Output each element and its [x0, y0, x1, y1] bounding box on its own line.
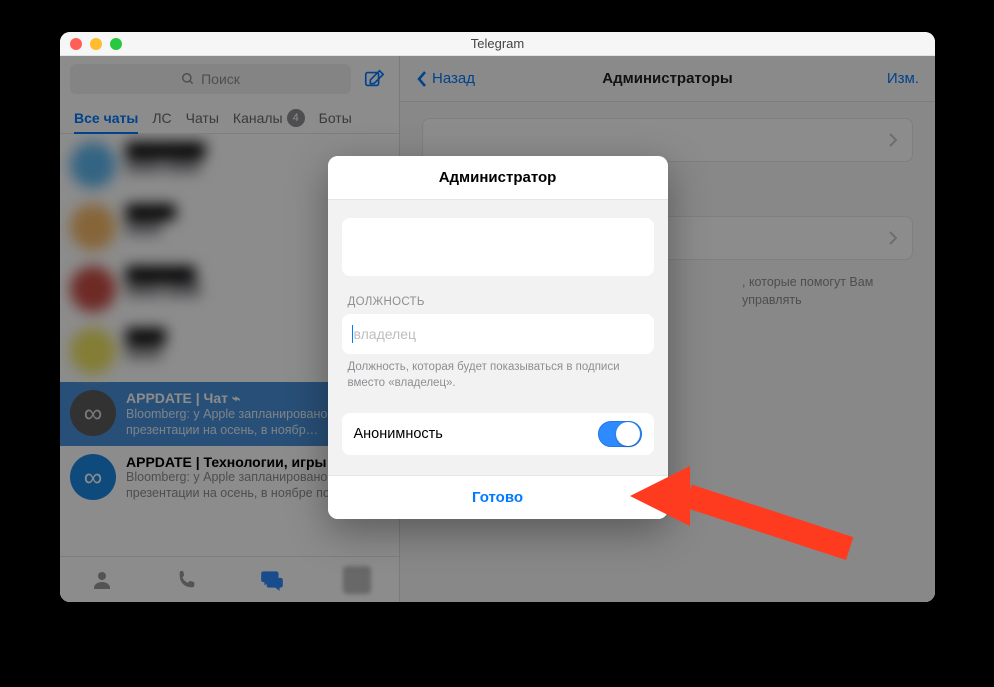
- anonymity-label: Анонимность: [354, 426, 443, 442]
- role-input[interactable]: владелец: [342, 314, 654, 354]
- admin-modal: Администратор ДОЛЖНОСТЬ владелец Должнос…: [328, 156, 668, 519]
- role-section-label: ДОЛЖНОСТЬ: [342, 296, 654, 308]
- toggle-knob: [616, 422, 640, 446]
- window-title: Telegram: [60, 36, 935, 51]
- app-window: Telegram Поиск Все чаты ЛС Чаты Каналы4 …: [60, 32, 935, 602]
- anonymity-row: Анонимность: [342, 413, 654, 455]
- modal-title: Администратор: [328, 156, 668, 200]
- role-placeholder: владелец: [354, 326, 417, 342]
- done-button[interactable]: Готово: [328, 475, 668, 519]
- role-hint: Должность, которая будет показываться в …: [342, 354, 654, 391]
- text-caret: [352, 325, 353, 343]
- anonymity-toggle[interactable]: [598, 421, 642, 447]
- titlebar: Telegram: [60, 32, 935, 56]
- admin-user-card: [342, 218, 654, 276]
